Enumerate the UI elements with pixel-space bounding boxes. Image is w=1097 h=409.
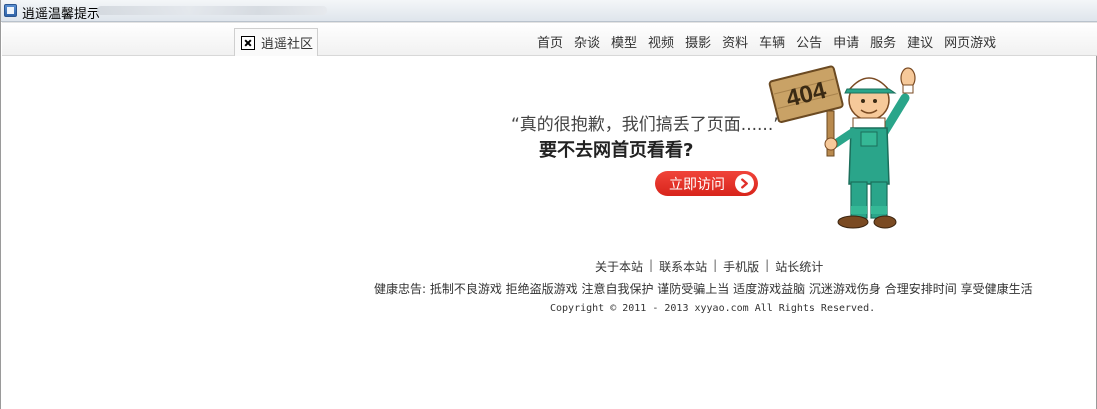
footer-separator: | bbox=[649, 258, 654, 272]
footer-links: 关于本站 | 联系本站 | 手机版 | 站长统计 bbox=[595, 258, 823, 275]
blurred-url bbox=[97, 6, 327, 15]
nav-item-service[interactable]: 服务 bbox=[870, 32, 896, 51]
mascot-404-illustration: 404 bbox=[768, 65, 916, 229]
nav-item-announcements[interactable]: 公告 bbox=[796, 32, 822, 51]
brand-name: 逍遥社区 bbox=[261, 37, 314, 52]
nav-menu: 首页 杂谈 模型 视频 摄影 资料 车辆 公告 申请 服务 建议 网页游戏 bbox=[537, 32, 996, 51]
browser-window: 逍遥温馨提示 逍遥社区 首页 杂谈 模型 视频 摄影 资料 车辆 公告 申请 服… bbox=[0, 0, 1097, 409]
chevron-right-icon bbox=[735, 174, 754, 193]
title-bar: 逍遥温馨提示 bbox=[1, 0, 1097, 22]
nav-item-web-games[interactable]: 网页游戏 bbox=[944, 32, 996, 51]
nav-item-apply[interactable]: 申请 bbox=[833, 32, 859, 51]
nav-item-home[interactable]: 首页 bbox=[537, 32, 563, 51]
health-notice: 健康忠告: 抵制不良游戏 拒绝盗版游戏 注意自我保护 谨防受骗上当 适度游戏益脑… bbox=[374, 282, 1033, 296]
nav-item-resources[interactable]: 资料 bbox=[722, 32, 748, 51]
copyright-text: Copyright © 2011 - 2013 xyyao.com All Ri… bbox=[550, 303, 876, 314]
footer-link-contact[interactable]: 联系本站 bbox=[659, 258, 707, 275]
nav-item-suggestions[interactable]: 建议 bbox=[907, 32, 933, 51]
footer-separator: | bbox=[765, 258, 770, 272]
nav-item-video[interactable]: 视频 bbox=[648, 32, 674, 51]
error-suggestion: 要不去网首页看看? bbox=[539, 140, 694, 161]
nav-item-models[interactable]: 模型 bbox=[611, 32, 637, 51]
top-navigation: 逍遥社区 首页 杂谈 模型 视频 摄影 资料 车辆 公告 申请 服务 建议 网页… bbox=[2, 22, 1097, 56]
error-message: “真的很抱歉，我们搞丢了页面......” bbox=[511, 115, 783, 135]
visit-now-button[interactable]: 立即访问 bbox=[655, 171, 758, 196]
footer-link-mobile[interactable]: 手机版 bbox=[723, 258, 759, 275]
nav-item-chat[interactable]: 杂谈 bbox=[574, 32, 600, 51]
nav-item-photo[interactable]: 摄影 bbox=[685, 32, 711, 51]
footer-link-about[interactable]: 关于本站 bbox=[595, 258, 643, 275]
visit-now-label: 立即访问 bbox=[669, 176, 725, 193]
nav-item-vehicles[interactable]: 车辆 bbox=[759, 32, 785, 51]
window-icon bbox=[4, 4, 17, 17]
footer-separator: | bbox=[713, 258, 718, 272]
close-box-icon bbox=[241, 35, 255, 50]
footer-link-stats[interactable]: 站长统计 bbox=[775, 258, 823, 275]
window-title: 逍遥温馨提示 bbox=[22, 7, 101, 22]
brand-tab[interactable]: 逍遥社区 bbox=[234, 28, 318, 56]
